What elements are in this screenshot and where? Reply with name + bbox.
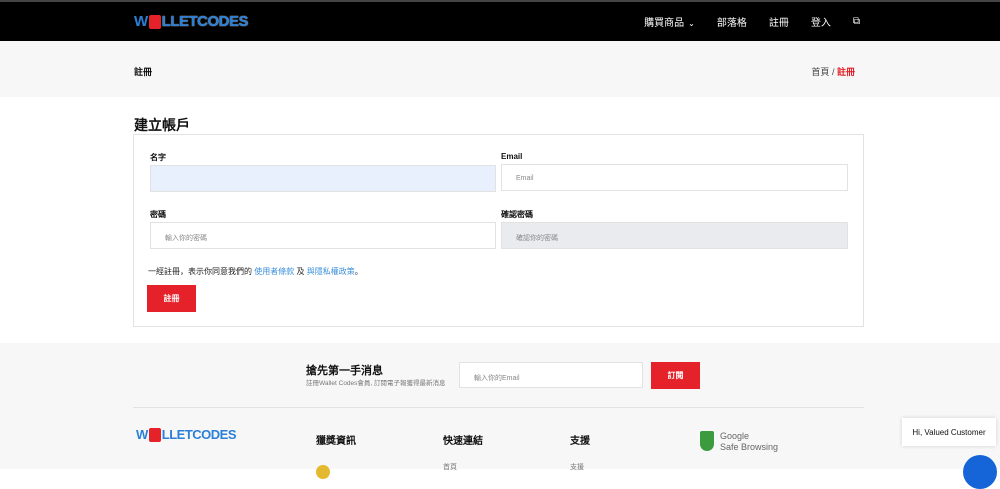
footer-link-home[interactable]: 首頁: [443, 462, 457, 472]
chat-launcher-icon[interactable]: [963, 455, 997, 489]
name-input[interactable]: [150, 165, 496, 192]
nav-shop[interactable]: 購買商品 ⌄: [644, 14, 695, 29]
terms-link[interactable]: 使用者條款: [254, 267, 294, 276]
footer: 搶先第一手消息 註冊Wallet Codes會員, 訂閱電子報獲得最新消息 輸入…: [0, 343, 1000, 472]
top-nav-bar: W LLETCODES 購買商品 ⌄ 部落格 註冊 登入 ⧉: [0, 0, 1000, 41]
footer-col-rewards: 獵獎資訊: [316, 436, 356, 447]
footer-link-support[interactable]: 支援: [570, 462, 584, 472]
password-label: 密碼: [150, 210, 166, 219]
breadcrumb: 首頁 / 註冊: [811, 65, 855, 78]
nav-login[interactable]: 登入: [811, 14, 831, 29]
agree-text: 一經註冊，表示你同意我們的: [148, 267, 252, 276]
footer-logo[interactable]: W LLETCODES: [136, 427, 237, 442]
page-header: 註冊 首頁 / 註冊: [0, 41, 1000, 97]
email-label: Email: [501, 152, 523, 161]
footer-col-support: 支援: [570, 436, 590, 447]
newsletter-desc: 註冊Wallet Codes會員, 訂閱電子報獲得最新消息: [306, 380, 446, 387]
newsletter-title: 搶先第一手消息: [306, 365, 383, 377]
chat-greeting[interactable]: Hi, Valued Customer: [902, 418, 996, 446]
gsb-line1: Google: [720, 431, 750, 441]
agreement-text: 一經註冊，表示你同意我們的 使用者條款 及 與隱私權政策。: [148, 266, 363, 277]
subscribe-button[interactable]: 訂閱: [651, 362, 700, 389]
register-button[interactable]: 註冊: [147, 285, 196, 312]
period: 。: [354, 267, 363, 276]
translate-icon[interactable]: ⧉: [853, 16, 860, 27]
breadcrumb-current: 註冊: [836, 67, 855, 77]
breadcrumb-home[interactable]: 首頁: [811, 67, 829, 77]
nav-blog[interactable]: 部落格: [717, 14, 747, 29]
email-input[interactable]: Email: [501, 164, 848, 191]
page-title: 註冊: [134, 67, 153, 77]
and-text: 及: [296, 267, 305, 276]
coin-icon: [316, 465, 330, 479]
password-input[interactable]: 輸入你的密碼: [150, 222, 496, 249]
form-heading: 建立帳戶: [134, 117, 190, 133]
confirm-password-input[interactable]: 確認你的密碼: [501, 222, 848, 249]
privacy-link[interactable]: 與隱私權政策: [307, 267, 355, 276]
footer-col-quick-links: 快速連結: [443, 436, 483, 447]
breadcrumb-separator: /: [831, 67, 835, 77]
chevron-down-icon: ⌄: [688, 19, 695, 28]
divider: [133, 407, 864, 408]
logo[interactable]: W LLETCODES: [134, 13, 249, 30]
shield-icon: [700, 431, 714, 451]
newsletter-email-input[interactable]: 輸入你的Email: [459, 362, 643, 388]
nav-label: 購買商品: [644, 18, 685, 29]
nav-register[interactable]: 註冊: [769, 14, 789, 29]
confirm-password-label: 確認密碼: [501, 210, 533, 219]
gsb-line2: Safe Browsing: [720, 442, 779, 452]
register-form: 名字 Email Email 密碼 輸入你的密碼 確認密碼 確認你的密碼 一經註…: [133, 134, 864, 327]
google-safe-browsing-badge: Google Safe Browsing: [700, 431, 778, 453]
name-label: 名字: [150, 153, 166, 162]
